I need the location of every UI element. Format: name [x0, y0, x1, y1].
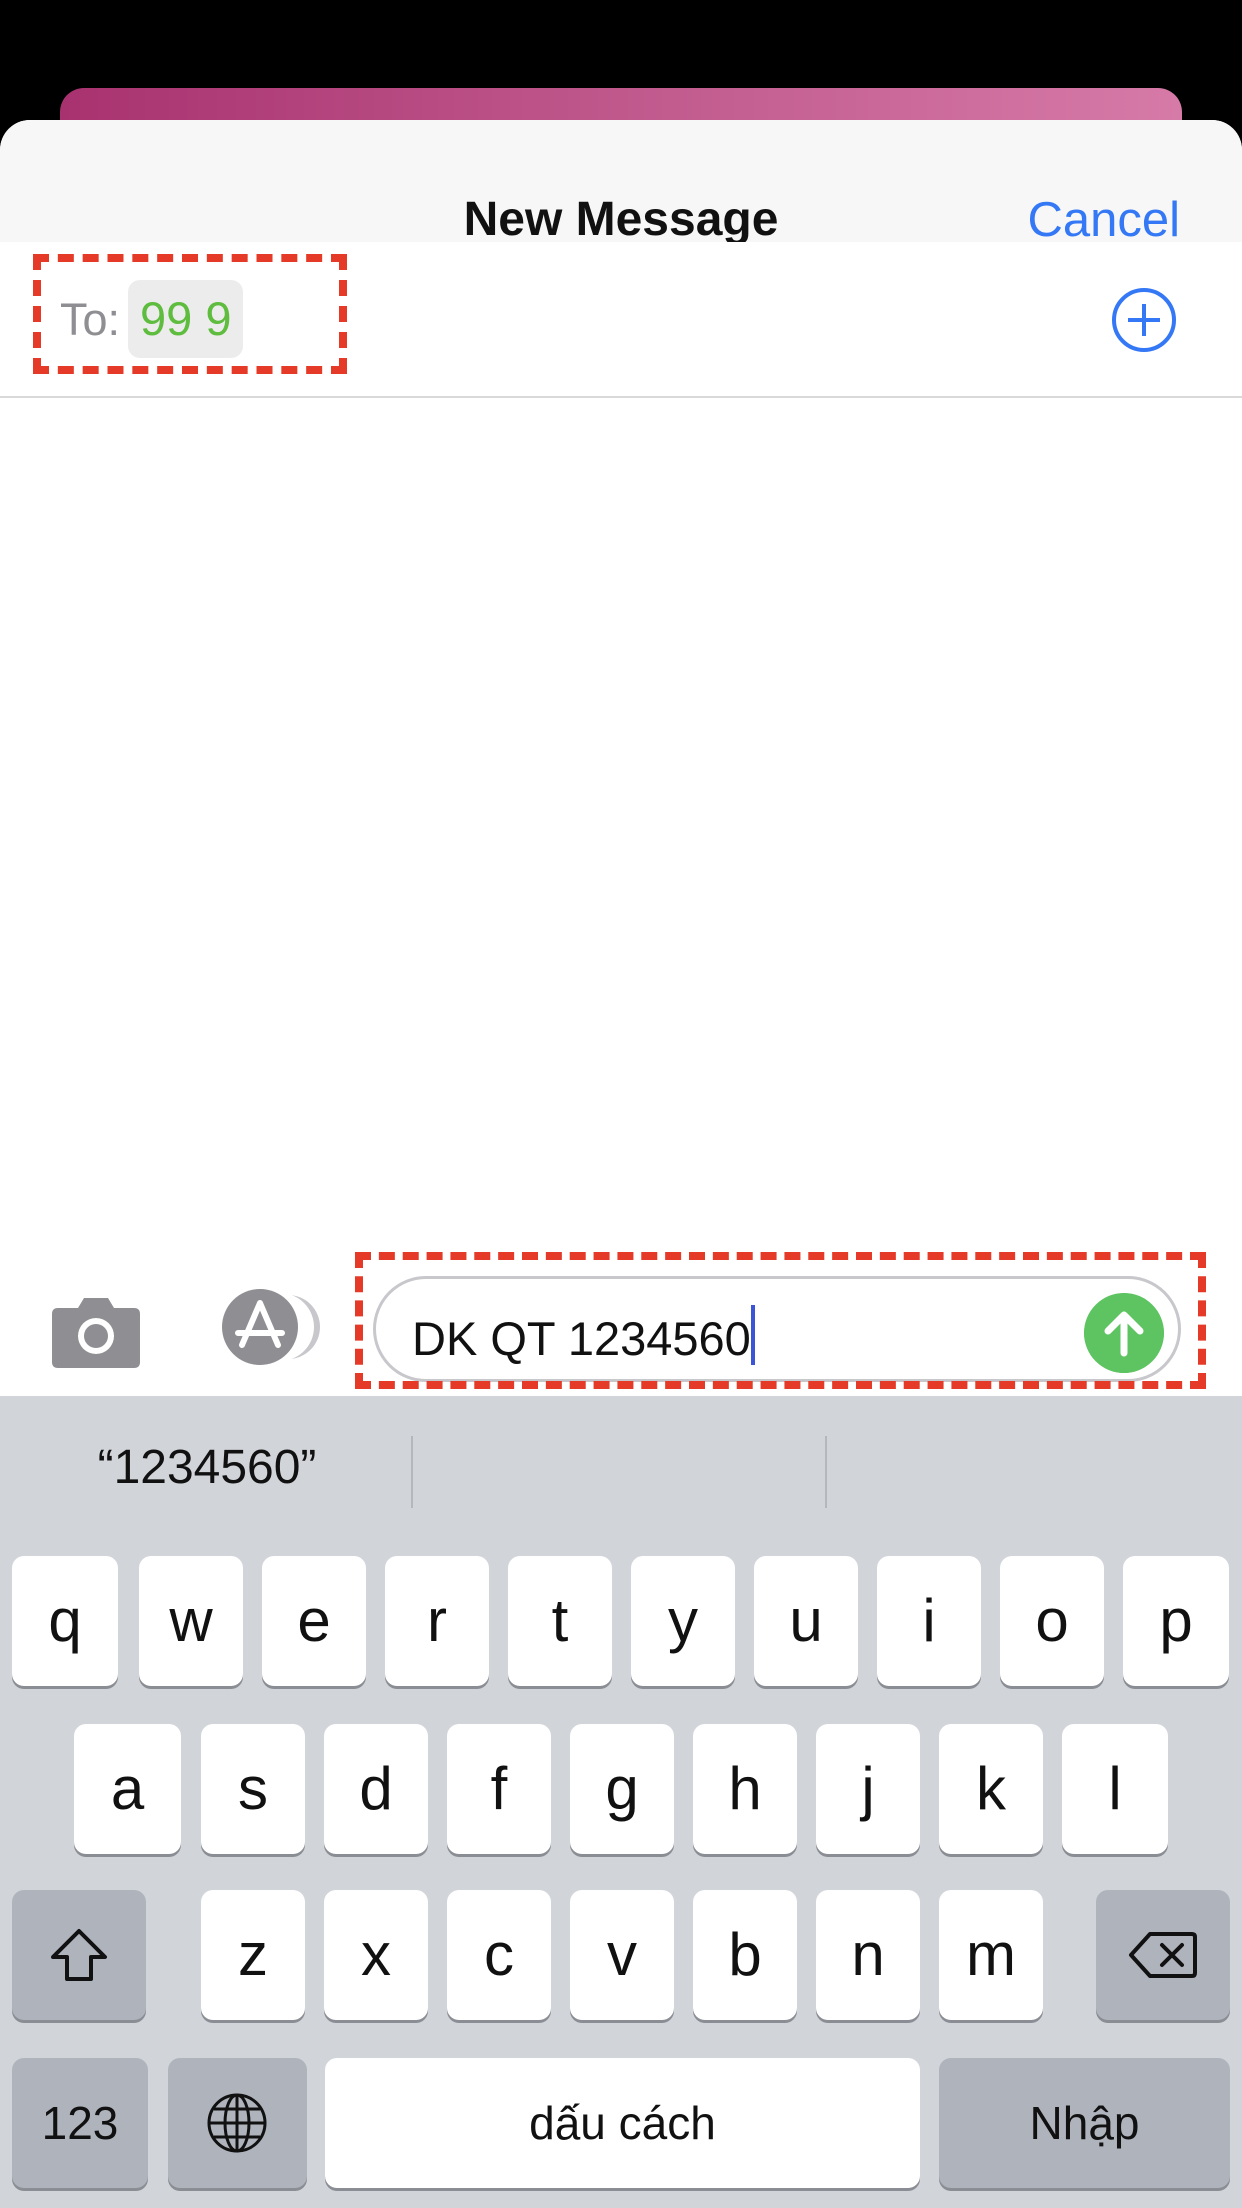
- key-v[interactable]: v: [570, 1890, 674, 2020]
- key-s[interactable]: s: [201, 1724, 305, 1854]
- key-c[interactable]: c: [447, 1890, 551, 2020]
- key-b[interactable]: b: [693, 1890, 797, 2020]
- key-z[interactable]: z: [201, 1890, 305, 2020]
- key-r[interactable]: r: [385, 1556, 489, 1686]
- return-key[interactable]: Nhập: [939, 2058, 1230, 2188]
- keyboard: “1234560” q w e r t y u i o p a s d f g …: [0, 1396, 1242, 2208]
- message-highlight-box: [355, 1252, 1206, 1389]
- key-m[interactable]: m: [939, 1890, 1043, 2020]
- key-o[interactable]: o: [1000, 1556, 1104, 1686]
- recipient-highlight-box: [33, 254, 347, 374]
- key-h[interactable]: h: [693, 1724, 797, 1854]
- add-recipient-plus-icon[interactable]: [1112, 288, 1176, 352]
- backspace-icon: [1129, 1932, 1197, 1978]
- key-x[interactable]: x: [324, 1890, 428, 2020]
- key-l[interactable]: l: [1062, 1724, 1168, 1854]
- camera-icon[interactable]: [48, 1292, 144, 1368]
- key-t[interactable]: t: [508, 1556, 612, 1686]
- key-f[interactable]: f: [447, 1724, 551, 1854]
- globe-icon: [207, 2093, 267, 2153]
- key-q[interactable]: q: [12, 1556, 118, 1686]
- shift-icon: [51, 1929, 107, 1981]
- key-n[interactable]: n: [816, 1890, 920, 2020]
- suggestion-divider: [825, 1436, 827, 1508]
- cancel-button[interactable]: Cancel: [1027, 192, 1180, 248]
- key-e[interactable]: e: [262, 1556, 366, 1686]
- suggestion-divider: [411, 1436, 413, 1508]
- key-w[interactable]: w: [139, 1556, 243, 1686]
- key-k[interactable]: k: [939, 1724, 1043, 1854]
- key-y[interactable]: y: [631, 1556, 735, 1686]
- key-p[interactable]: p: [1123, 1556, 1229, 1686]
- key-j[interactable]: j: [816, 1724, 920, 1854]
- suggestion-bar: “1234560”: [0, 1396, 1242, 1546]
- key-i[interactable]: i: [877, 1556, 981, 1686]
- key-u[interactable]: u: [754, 1556, 858, 1686]
- space-key[interactable]: dấu cách: [325, 2058, 920, 2188]
- key-a[interactable]: a: [74, 1724, 181, 1854]
- globe-key[interactable]: [168, 2058, 307, 2188]
- shift-key[interactable]: [12, 1890, 146, 2020]
- backspace-key[interactable]: [1096, 1890, 1230, 2020]
- suggestion-item[interactable]: “1234560”: [7, 1440, 407, 1495]
- app-store-icon[interactable]: [210, 1287, 320, 1367]
- key-d[interactable]: d: [324, 1724, 428, 1854]
- key-g[interactable]: g: [570, 1724, 674, 1854]
- numbers-key[interactable]: 123: [12, 2058, 148, 2188]
